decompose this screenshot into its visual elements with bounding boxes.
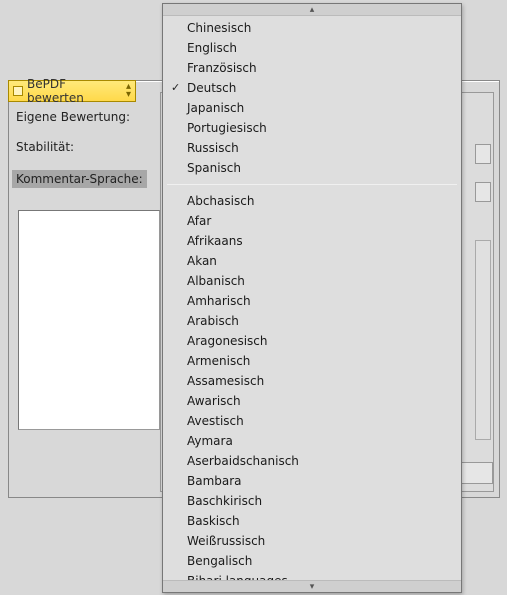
language-option[interactable]: Spanisch [163,158,461,178]
dropdown-scroll-up[interactable]: ▴ [163,4,461,16]
language-option[interactable]: Armenisch [163,351,461,371]
window-title: BePDF bewerten [27,77,122,105]
obscured-scrollbar[interactable] [475,240,491,440]
language-option[interactable]: Arabisch [163,311,461,331]
language-option[interactable]: Bambara [163,471,461,491]
language-option[interactable]: Aymara [163,431,461,451]
obscured-dropdown-1[interactable] [475,144,491,164]
language-option[interactable]: Deutsch [163,78,461,98]
language-option[interactable]: Baskisch [163,511,461,531]
language-option[interactable]: Albanisch [163,271,461,291]
obscured-dropdown-2[interactable] [475,182,491,202]
language-option[interactable]: Bihari languages [163,571,461,580]
language-option[interactable]: Amharisch [163,291,461,311]
obscured-controls [475,140,493,490]
label-rating: Eigene Bewertung: [16,110,147,124]
language-option[interactable]: Weißrussisch [163,531,461,551]
dropdown-list: ChinesischEnglischFranzösischDeutschJapa… [163,16,461,580]
window-titlebar[interactable]: BePDF bewerten ▴▾ [8,80,136,102]
comment-textarea[interactable] [18,210,160,430]
language-option[interactable]: Baschkirisch [163,491,461,511]
language-option[interactable]: Aragonesisch [163,331,461,351]
language-option[interactable]: Chinesisch [163,18,461,38]
language-option[interactable]: Portugiesisch [163,118,461,138]
language-option[interactable]: Awarisch [163,391,461,411]
label-comment-language: Kommentar-Sprache: [12,170,147,188]
language-option[interactable]: Japanisch [163,98,461,118]
language-option[interactable]: Aserbaidschanisch [163,451,461,471]
language-option[interactable]: Assamesisch [163,371,461,391]
form-labels: Eigene Bewertung: Stabilität: Kommentar-… [16,110,147,188]
dropdown-scroll-down[interactable]: ▾ [163,580,461,592]
language-option[interactable]: Avestisch [163,411,461,431]
language-dropdown[interactable]: ▴ ChinesischEnglischFranzösischDeutschJa… [162,3,462,593]
language-option[interactable]: Akan [163,251,461,271]
window-close-icon[interactable] [13,86,23,96]
language-option[interactable]: Afar [163,211,461,231]
dropdown-separator [167,184,457,185]
language-option[interactable]: Englisch [163,38,461,58]
language-option[interactable]: Französisch [163,58,461,78]
label-stability: Stabilität: [16,140,147,154]
language-option[interactable]: Russisch [163,138,461,158]
window-zoom-icon[interactable]: ▴▾ [126,83,131,99]
language-option[interactable]: Abchasisch [163,191,461,211]
language-option[interactable]: Afrikaans [163,231,461,251]
language-option[interactable]: Bengalisch [163,551,461,571]
